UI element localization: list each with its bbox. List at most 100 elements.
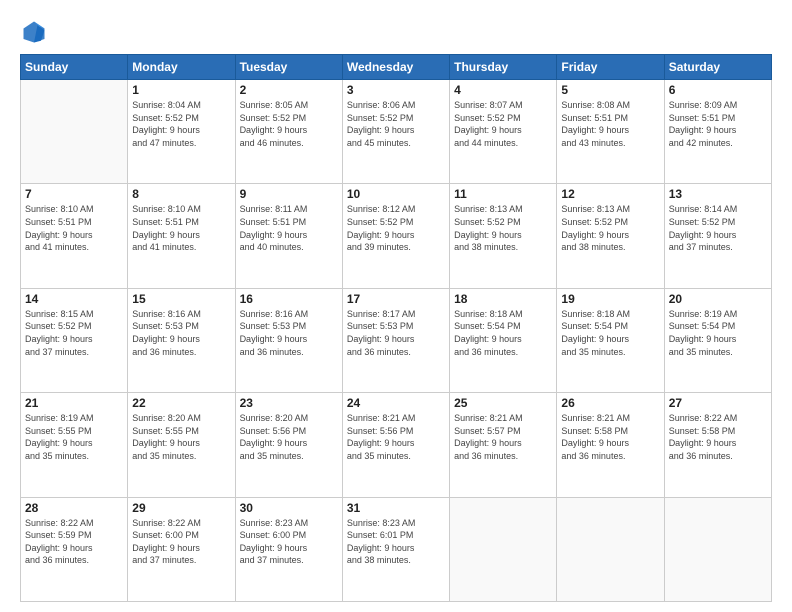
day-number: 24	[347, 396, 445, 410]
header-row: SundayMondayTuesdayWednesdayThursdayFrid…	[21, 55, 772, 80]
day-number: 8	[132, 187, 230, 201]
day-cell: 19 Sunrise: 8:18 AM Sunset: 5:54 PM Dayli…	[557, 288, 664, 392]
day-info: Sunrise: 8:17 AM Sunset: 5:53 PM Dayligh…	[347, 308, 445, 358]
day-cell: 21Sunrise: 8:19 AM Sunset: 5:55 PM Dayli…	[21, 393, 128, 497]
day-number: 19	[561, 292, 659, 306]
day-cell: 30 Sunrise: 8:23 AM Sunset: 6:00 PM Dayli…	[235, 497, 342, 601]
day-info: Sunrise: 8:18 AM Sunset: 5:54 PM Dayligh…	[561, 308, 659, 358]
day-info: Sunrise: 8:19 AM Sunset: 5:55 PM Dayligh…	[25, 412, 123, 462]
day-number: 6	[669, 83, 767, 97]
day-info: Sunrise: 8:11 AM Sunset: 5:51 PM Dayligh…	[240, 203, 338, 253]
day-info: Sunrise: 8:21 AM Sunset: 5:58 PM Dayligh…	[561, 412, 659, 462]
day-info: Sunrise: 8:23 AM Sunset: 6:00 PM Dayligh…	[240, 517, 338, 567]
weekday-header-saturday: Saturday	[664, 55, 771, 80]
day-info: Sunrise: 8:10 AM Sunset: 5:51 PM Dayligh…	[25, 203, 123, 253]
day-cell	[450, 497, 557, 601]
day-info: Sunrise: 8:12 AM Sunset: 5:52 PM Dayligh…	[347, 203, 445, 253]
day-number: 2	[240, 83, 338, 97]
day-cell	[557, 497, 664, 601]
weekday-header-tuesday: Tuesday	[235, 55, 342, 80]
day-cell: 10Sunrise: 8:12 AM Sunset: 5:52 PM Dayli…	[342, 184, 449, 288]
day-cell: 4Sunrise: 8:07 AM Sunset: 5:52 PM Daylig…	[450, 80, 557, 184]
header	[20, 18, 772, 46]
day-cell: 28 Sunrise: 8:22 AM Sunset: 5:59 PM Dayli…	[21, 497, 128, 601]
day-cell: 20 Sunrise: 8:19 AM Sunset: 5:54 PM Dayli…	[664, 288, 771, 392]
logo	[20, 18, 52, 46]
day-number: 1	[132, 83, 230, 97]
day-cell	[21, 80, 128, 184]
day-info: Sunrise: 8:20 AM Sunset: 5:56 PM Dayligh…	[240, 412, 338, 462]
day-cell	[664, 497, 771, 601]
day-info: Sunrise: 8:10 AM Sunset: 5:51 PM Dayligh…	[132, 203, 230, 253]
day-number: 5	[561, 83, 659, 97]
day-number: 14	[25, 292, 123, 306]
day-number: 22	[132, 396, 230, 410]
day-number: 15	[132, 292, 230, 306]
day-number: 3	[347, 83, 445, 97]
day-cell: 22 Sunrise: 8:20 AM Sunset: 5:55 PM Dayli…	[128, 393, 235, 497]
weekday-header-monday: Monday	[128, 55, 235, 80]
day-info: Sunrise: 8:20 AM Sunset: 5:55 PM Dayligh…	[132, 412, 230, 462]
calendar-body: 1 Sunrise: 8:04 AM Sunset: 5:52 PM Daylig…	[21, 80, 772, 602]
day-number: 27	[669, 396, 767, 410]
day-cell: 6 Sunrise: 8:09 AM Sunset: 5:51 PM Daylig…	[664, 80, 771, 184]
day-cell: 1 Sunrise: 8:04 AM Sunset: 5:52 PM Daylig…	[128, 80, 235, 184]
day-cell: 9 Sunrise: 8:11 AM Sunset: 5:51 PM Daylig…	[235, 184, 342, 288]
day-info: Sunrise: 8:23 AM Sunset: 6:01 PM Dayligh…	[347, 517, 445, 567]
weekday-header-wednesday: Wednesday	[342, 55, 449, 80]
day-number: 25	[454, 396, 552, 410]
day-cell: 11 Sunrise: 8:13 AM Sunset: 5:52 PM Dayli…	[450, 184, 557, 288]
week-row-3: 21Sunrise: 8:19 AM Sunset: 5:55 PM Dayli…	[21, 393, 772, 497]
day-cell: 31 Sunrise: 8:23 AM Sunset: 6:01 PM Dayli…	[342, 497, 449, 601]
day-cell: 12 Sunrise: 8:13 AM Sunset: 5:52 PM Dayli…	[557, 184, 664, 288]
day-number: 20	[669, 292, 767, 306]
day-info: Sunrise: 8:15 AM Sunset: 5:52 PM Dayligh…	[25, 308, 123, 358]
week-row-1: 7 Sunrise: 8:10 AM Sunset: 5:51 PM Daylig…	[21, 184, 772, 288]
week-row-0: 1 Sunrise: 8:04 AM Sunset: 5:52 PM Daylig…	[21, 80, 772, 184]
day-cell: 29Sunrise: 8:22 AM Sunset: 6:00 PM Dayli…	[128, 497, 235, 601]
day-info: Sunrise: 8:16 AM Sunset: 5:53 PM Dayligh…	[240, 308, 338, 358]
day-info: Sunrise: 8:04 AM Sunset: 5:52 PM Dayligh…	[132, 99, 230, 149]
day-info: Sunrise: 8:07 AM Sunset: 5:52 PM Dayligh…	[454, 99, 552, 149]
day-cell: 25 Sunrise: 8:21 AM Sunset: 5:57 PM Dayli…	[450, 393, 557, 497]
day-cell: 16 Sunrise: 8:16 AM Sunset: 5:53 PM Dayli…	[235, 288, 342, 392]
day-number: 7	[25, 187, 123, 201]
day-number: 16	[240, 292, 338, 306]
day-cell: 27 Sunrise: 8:22 AM Sunset: 5:58 PM Dayli…	[664, 393, 771, 497]
day-number: 26	[561, 396, 659, 410]
day-cell: 2 Sunrise: 8:05 AM Sunset: 5:52 PM Daylig…	[235, 80, 342, 184]
day-info: Sunrise: 8:21 AM Sunset: 5:56 PM Dayligh…	[347, 412, 445, 462]
day-number: 11	[454, 187, 552, 201]
day-number: 30	[240, 501, 338, 515]
day-info: Sunrise: 8:08 AM Sunset: 5:51 PM Dayligh…	[561, 99, 659, 149]
day-info: Sunrise: 8:22 AM Sunset: 5:59 PM Dayligh…	[25, 517, 123, 567]
day-number: 12	[561, 187, 659, 201]
day-number: 29	[132, 501, 230, 515]
day-info: Sunrise: 8:22 AM Sunset: 5:58 PM Dayligh…	[669, 412, 767, 462]
week-row-4: 28 Sunrise: 8:22 AM Sunset: 5:59 PM Dayli…	[21, 497, 772, 601]
day-cell: 14 Sunrise: 8:15 AM Sunset: 5:52 PM Dayli…	[21, 288, 128, 392]
day-cell: 23 Sunrise: 8:20 AM Sunset: 5:56 PM Dayli…	[235, 393, 342, 497]
day-info: Sunrise: 8:18 AM Sunset: 5:54 PM Dayligh…	[454, 308, 552, 358]
day-info: Sunrise: 8:13 AM Sunset: 5:52 PM Dayligh…	[561, 203, 659, 253]
weekday-header-friday: Friday	[557, 55, 664, 80]
day-number: 9	[240, 187, 338, 201]
day-cell: 17Sunrise: 8:17 AM Sunset: 5:53 PM Dayli…	[342, 288, 449, 392]
day-info: Sunrise: 8:14 AM Sunset: 5:52 PM Dayligh…	[669, 203, 767, 253]
day-number: 23	[240, 396, 338, 410]
day-info: Sunrise: 8:21 AM Sunset: 5:57 PM Dayligh…	[454, 412, 552, 462]
day-cell: 13Sunrise: 8:14 AM Sunset: 5:52 PM Dayli…	[664, 184, 771, 288]
logo-icon	[20, 18, 48, 46]
day-info: Sunrise: 8:16 AM Sunset: 5:53 PM Dayligh…	[132, 308, 230, 358]
day-info: Sunrise: 8:13 AM Sunset: 5:52 PM Dayligh…	[454, 203, 552, 253]
day-info: Sunrise: 8:05 AM Sunset: 5:52 PM Dayligh…	[240, 99, 338, 149]
day-info: Sunrise: 8:19 AM Sunset: 5:54 PM Dayligh…	[669, 308, 767, 358]
day-info: Sunrise: 8:06 AM Sunset: 5:52 PM Dayligh…	[347, 99, 445, 149]
day-info: Sunrise: 8:09 AM Sunset: 5:51 PM Dayligh…	[669, 99, 767, 149]
day-number: 18	[454, 292, 552, 306]
calendar: SundayMondayTuesdayWednesdayThursdayFrid…	[20, 54, 772, 602]
day-number: 31	[347, 501, 445, 515]
day-cell: 7 Sunrise: 8:10 AM Sunset: 5:51 PM Daylig…	[21, 184, 128, 288]
day-cell: 26 Sunrise: 8:21 AM Sunset: 5:58 PM Dayli…	[557, 393, 664, 497]
day-number: 28	[25, 501, 123, 515]
